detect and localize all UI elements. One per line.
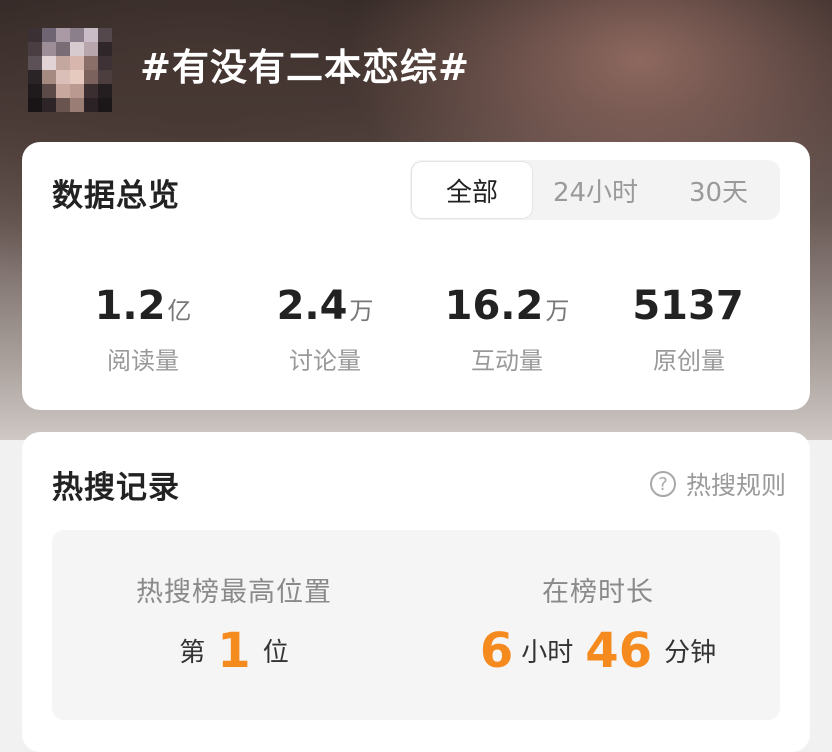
position-prefix: 第 bbox=[179, 638, 206, 668]
avatar-pixel bbox=[70, 84, 84, 98]
highest-position-value: 第1位 bbox=[52, 623, 416, 679]
avatar-pixel bbox=[42, 70, 56, 84]
time-range-tabs: 全部 24小时 30天 bbox=[410, 160, 780, 220]
duration-minutes: 46 bbox=[585, 623, 653, 679]
hot-search-rules-link[interactable]: ? 热搜规则 bbox=[649, 466, 786, 502]
avatar-pixel bbox=[84, 42, 98, 56]
stat-interactions: 16.2万 互动量 bbox=[416, 280, 598, 376]
position-number: 1 bbox=[217, 623, 251, 679]
duration-hours: 6 bbox=[479, 623, 514, 679]
avatar-pixel bbox=[98, 56, 112, 70]
tab-24-hours[interactable]: 24小时 bbox=[536, 162, 655, 218]
avatar-pixel bbox=[56, 28, 70, 42]
stat-value: 2.4万 bbox=[276, 283, 374, 329]
avatar-pixel bbox=[70, 56, 84, 70]
avatar-pixel bbox=[84, 28, 98, 42]
duration-label: 在榜时长 bbox=[542, 577, 654, 608]
stats-row: 1.2亿 阅读量 2.4万 讨论量 16.2万 互动量 5137 原创量 bbox=[22, 280, 810, 376]
hours-unit: 小时 bbox=[521, 638, 574, 668]
stat-discussions: 2.4万 讨论量 bbox=[234, 280, 416, 376]
stat-unit: 万 bbox=[349, 297, 374, 325]
stat-label: 互动量 bbox=[471, 347, 543, 375]
duration-block: 在榜时长 6 小时 46 分钟 bbox=[416, 530, 780, 720]
highest-position-block: 热搜榜最高位置 第1位 bbox=[52, 530, 416, 720]
stat-label: 阅读量 bbox=[107, 347, 179, 375]
stat-originals: 5137 原创量 bbox=[598, 280, 780, 376]
avatar-pixel bbox=[70, 42, 84, 56]
minutes-unit: 分钟 bbox=[664, 638, 717, 668]
tab-30-days[interactable]: 30天 bbox=[659, 162, 778, 218]
hot-search-card: 热搜记录 ? 热搜规则 热搜榜最高位置 第1位 在榜时长 6 小时 46 分钟 bbox=[22, 432, 810, 752]
avatar-pixel bbox=[98, 42, 112, 56]
avatar-pixel bbox=[42, 56, 56, 70]
avatar-pixel bbox=[70, 28, 84, 42]
avatar-pixel bbox=[28, 42, 42, 56]
stat-label: 讨论量 bbox=[289, 347, 361, 375]
topic-title: #有没有二本恋综# bbox=[140, 46, 471, 89]
avatar[interactable] bbox=[28, 28, 112, 112]
avatar-pixel bbox=[98, 70, 112, 84]
avatar-pixel bbox=[98, 84, 112, 98]
avatar-pixel bbox=[56, 98, 70, 112]
overview-title: 数据总览 bbox=[52, 178, 180, 214]
avatar-pixel bbox=[98, 98, 112, 112]
stat-value: 5137 bbox=[632, 283, 744, 329]
avatar-pixel bbox=[42, 84, 56, 98]
avatar-pixel bbox=[28, 84, 42, 98]
stat-unit: 万 bbox=[545, 297, 570, 325]
rules-label: 热搜规则 bbox=[685, 471, 786, 500]
avatar-pixel bbox=[56, 70, 70, 84]
tab-all[interactable]: 全部 bbox=[412, 162, 532, 218]
hot-search-title: 热搜记录 bbox=[52, 470, 180, 506]
stat-reads: 1.2亿 阅读量 bbox=[52, 280, 234, 376]
avatar-pixel bbox=[70, 98, 84, 112]
avatar-pixel bbox=[28, 28, 42, 42]
position-suffix: 位 bbox=[262, 638, 289, 668]
avatar-pixel bbox=[84, 70, 98, 84]
duration-value: 6 小时 46 分钟 bbox=[416, 623, 780, 679]
hot-search-stats-panel: 热搜榜最高位置 第1位 在榜时长 6 小时 46 分钟 bbox=[52, 530, 780, 720]
avatar-pixel bbox=[98, 28, 112, 42]
avatar-pixel bbox=[42, 28, 56, 42]
avatar-pixel bbox=[56, 42, 70, 56]
stat-value: 16.2万 bbox=[444, 283, 570, 329]
highest-position-label: 热搜榜最高位置 bbox=[136, 577, 332, 608]
avatar-pixel bbox=[84, 56, 98, 70]
stat-label: 原创量 bbox=[653, 347, 725, 375]
avatar-pixel bbox=[56, 56, 70, 70]
avatar-pixel bbox=[42, 98, 56, 112]
stat-value: 1.2亿 bbox=[94, 283, 192, 329]
help-circle-icon: ? bbox=[649, 471, 676, 497]
avatar-pixel bbox=[28, 98, 42, 112]
avatar-pixel bbox=[84, 84, 98, 98]
stat-unit: 亿 bbox=[167, 297, 192, 325]
avatar-pixel bbox=[70, 70, 84, 84]
avatar-pixel bbox=[28, 70, 42, 84]
avatar-pixel bbox=[28, 56, 42, 70]
data-overview-card: 数据总览 全部 24小时 30天 1.2亿 阅读量 2.4万 讨论量 16.2万… bbox=[22, 142, 810, 410]
avatar-pixel bbox=[56, 84, 70, 98]
avatar-pixel bbox=[84, 98, 98, 112]
avatar-pixel bbox=[42, 42, 56, 56]
